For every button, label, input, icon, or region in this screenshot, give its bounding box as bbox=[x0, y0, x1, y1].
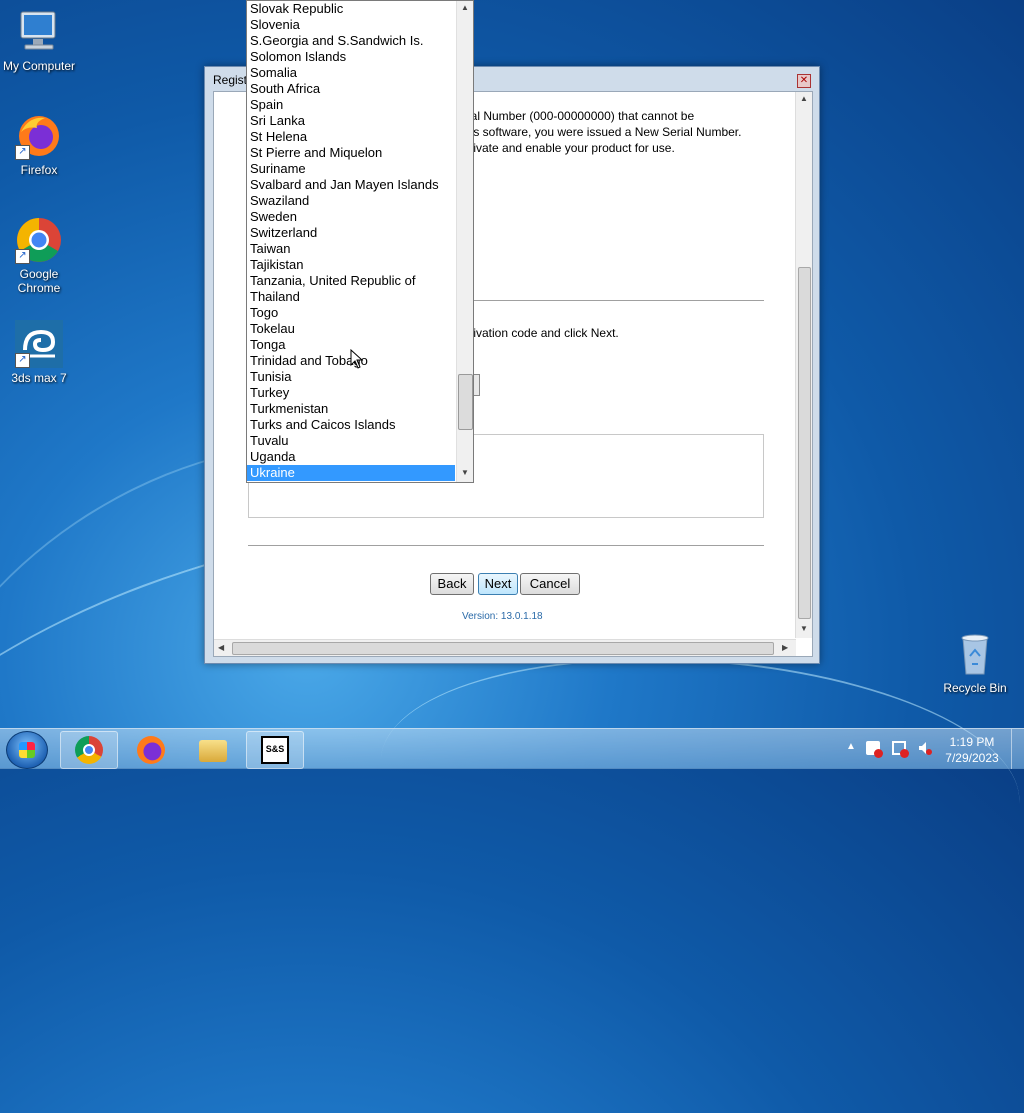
tray-show-hidden-icon[interactable]: ▲ bbox=[846, 741, 856, 752]
clock-time: 1:19 PM bbox=[949, 735, 995, 749]
country-list-items: Slovak Republic Slovenia S.Georgia and S.S… bbox=[247, 1, 473, 481]
country-option[interactable]: S.Georgia and S.Sandwich Is. bbox=[247, 33, 455, 49]
action-center-icon[interactable] bbox=[866, 741, 883, 758]
dropdown-scrollbar[interactable]: ▲ ▼ bbox=[456, 1, 473, 482]
taskbar-chrome[interactable] bbox=[60, 731, 118, 769]
country-option[interactable]: Turkmenistan bbox=[247, 401, 455, 417]
country-option[interactable]: Sri Lanka bbox=[247, 113, 455, 129]
scroll-down-icon[interactable]: ▼ bbox=[461, 468, 469, 477]
country-option[interactable]: Slovak Republic bbox=[247, 1, 455, 17]
country-option[interactable]: Swaziland bbox=[247, 193, 455, 209]
country-option[interactable]: St Helena bbox=[247, 129, 455, 145]
scroll-right-icon[interactable]: ▶ bbox=[782, 643, 788, 652]
scroll-up-icon[interactable]: ▲ bbox=[800, 94, 808, 103]
country-option[interactable]: Togo bbox=[247, 305, 455, 321]
country-option[interactable]: Slovenia bbox=[247, 17, 455, 33]
country-dropdown-list[interactable]: Slovak Republic Slovenia S.Georgia and S.S… bbox=[246, 0, 474, 483]
desktop-icon-label: Recycle Bin bbox=[943, 681, 1007, 695]
scroll-thumb[interactable] bbox=[232, 642, 774, 655]
show-desktop-button[interactable] bbox=[1011, 729, 1024, 769]
desktop-icon-label: Google Chrome bbox=[17, 267, 61, 295]
clock-date: 7/29/2023 bbox=[945, 751, 999, 765]
desktop-icon-label: 3ds max 7 bbox=[11, 371, 67, 385]
mouse-cursor-icon bbox=[350, 349, 364, 369]
country-option[interactable]: Taiwan bbox=[247, 241, 455, 257]
firefox-icon: ↗ bbox=[15, 112, 63, 160]
taskbar-clock[interactable]: 1:19 PM 7/29/2023 bbox=[942, 734, 1002, 766]
country-option[interactable]: Tunisia bbox=[247, 369, 455, 385]
vertical-scrollbar[interactable]: ▲ ▼ bbox=[795, 92, 812, 638]
next-button[interactable]: Next bbox=[478, 573, 518, 595]
country-option[interactable]: Sweden bbox=[247, 209, 455, 225]
scroll-thumb[interactable] bbox=[798, 267, 811, 619]
country-option[interactable]: Uganda bbox=[247, 449, 455, 465]
shortcut-arrow-icon: ↗ bbox=[15, 353, 30, 368]
country-option[interactable]: Svalbard and Jan Mayen Islands bbox=[247, 177, 455, 193]
chrome-icon: ↗ bbox=[15, 216, 63, 264]
divider bbox=[248, 545, 764, 546]
scroll-thumb[interactable] bbox=[458, 374, 473, 430]
desktop-icon-3ds-max[interactable]: ↗ 3ds max 7 bbox=[0, 320, 78, 385]
country-option[interactable]: Tuvalu bbox=[247, 433, 455, 449]
windows-logo-icon bbox=[19, 742, 35, 758]
start-button[interactable] bbox=[6, 731, 48, 769]
serial-text-line: ctivate and enable your product for use. bbox=[464, 141, 675, 155]
taskbar-ss-app[interactable]: S&S bbox=[246, 731, 304, 769]
firefox-icon bbox=[137, 736, 165, 764]
close-button[interactable]: ✕ bbox=[797, 74, 811, 88]
country-option[interactable]: Tanzania, United Republic of bbox=[247, 273, 455, 289]
country-option[interactable]: Thailand bbox=[247, 289, 455, 305]
country-option[interactable]: South Africa bbox=[247, 81, 455, 97]
taskbar: S&S ▲ 1:19 PM 7/29/2023 bbox=[0, 728, 1024, 769]
country-option[interactable]: Somalia bbox=[247, 65, 455, 81]
country-option[interactable]: St Pierre and Miquelon bbox=[247, 145, 455, 161]
serial-text-line: rial Number (000-00000000) that cannot b… bbox=[464, 109, 695, 123]
country-option[interactable]: Tokelau bbox=[247, 321, 455, 337]
close-icon: ✕ bbox=[799, 75, 809, 86]
serial-text-line: his software, you were issued a New Seri… bbox=[464, 125, 742, 139]
ss-app-icon-label: S&S bbox=[265, 744, 285, 754]
3ds-max-icon: ↗ bbox=[15, 320, 63, 368]
activation-instruction: ctivation code and click Next. bbox=[464, 326, 619, 340]
desktop-icon-firefox[interactable]: ↗ Firefox bbox=[0, 112, 78, 177]
country-option[interactable]: Solomon Islands bbox=[247, 49, 455, 65]
country-option[interactable]: Suriname bbox=[247, 161, 455, 177]
desktop-icon-my-computer[interactable]: My Computer bbox=[0, 8, 78, 73]
back-button[interactable]: Back bbox=[430, 573, 474, 595]
cancel-button[interactable]: Cancel bbox=[520, 573, 580, 595]
chrome-icon bbox=[75, 736, 103, 764]
country-option-selected[interactable]: Ukraine bbox=[247, 465, 455, 481]
shortcut-arrow-icon: ↗ bbox=[15, 145, 30, 160]
country-option[interactable]: Turks and Caicos Islands bbox=[247, 417, 455, 433]
recycle-bin-icon bbox=[951, 630, 999, 678]
taskbar-firefox[interactable] bbox=[122, 731, 180, 769]
desktop-icon-recycle-bin[interactable]: Recycle Bin bbox=[936, 630, 1014, 695]
scroll-up-icon[interactable]: ▲ bbox=[461, 3, 469, 12]
taskbar-explorer[interactable] bbox=[184, 731, 242, 769]
scroll-left-icon[interactable]: ◀ bbox=[218, 643, 224, 652]
scroll-down-icon[interactable]: ▼ bbox=[800, 624, 808, 633]
folder-icon bbox=[199, 740, 227, 762]
horizontal-scrollbar[interactable]: ◀ ▶ bbox=[214, 639, 796, 656]
network-icon[interactable] bbox=[892, 741, 909, 758]
computer-icon bbox=[15, 8, 63, 56]
country-option[interactable]: Spain bbox=[247, 97, 455, 113]
volume-icon[interactable] bbox=[918, 741, 932, 755]
country-option[interactable]: Turkey bbox=[247, 385, 455, 401]
country-option[interactable]: Tajikistan bbox=[247, 257, 455, 273]
desktop-icon-google-chrome[interactable]: ↗ Google Chrome bbox=[0, 216, 78, 295]
desktop-icon-label: Firefox bbox=[20, 163, 58, 177]
shortcut-arrow-icon: ↗ bbox=[15, 249, 30, 264]
desktop-icon-label: My Computer bbox=[2, 59, 76, 73]
ss-app-icon: S&S bbox=[261, 736, 289, 764]
country-option[interactable]: Switzerland bbox=[247, 225, 455, 241]
version-label: Version: 13.0.1.18 bbox=[462, 611, 543, 622]
